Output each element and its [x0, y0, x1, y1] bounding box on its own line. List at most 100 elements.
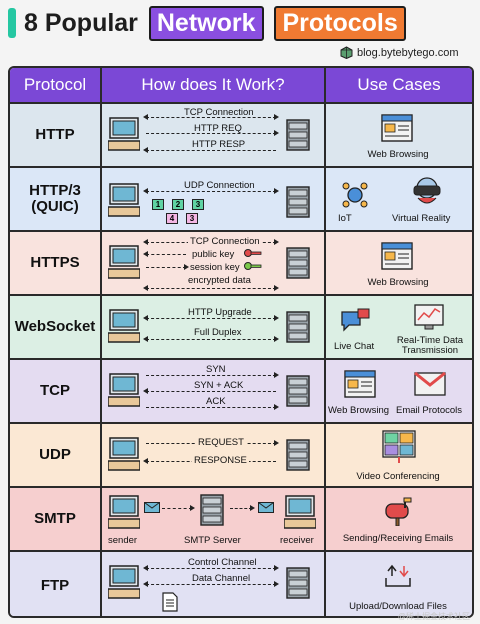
server-icon: [286, 119, 310, 151]
packet-3: 3: [192, 199, 204, 210]
label-udp-connection: UDP Connection: [184, 180, 255, 191]
use-cases: Live Chat Real-Time Data Transmission: [326, 296, 472, 358]
protocol-name: HTTPS: [10, 232, 102, 294]
title-prefix: 8 Popular: [24, 9, 138, 37]
label-tcp-connection: TCP Connection: [188, 236, 262, 247]
use-cases: Video Conferencing: [326, 424, 472, 486]
computer-icon: [108, 437, 140, 471]
label-encrypted-data: encrypted data: [188, 275, 251, 286]
label-control-channel: Control Channel: [188, 557, 257, 568]
arrow-right: [230, 505, 255, 511]
arrow-right: [162, 505, 195, 511]
row-ftp: FTP Control Channel Data Channel Upload/…: [10, 550, 472, 616]
protocol-name: UDP: [10, 424, 102, 486]
row-http: HTTP TCP Connection HTTP REQ HTTP RESP W…: [10, 102, 472, 166]
web-browsing-icon: [381, 114, 413, 142]
protocol-name: TCP: [10, 360, 102, 422]
computer-icon: [108, 309, 140, 343]
iot-icon: [342, 182, 368, 208]
arrow-both: [143, 315, 279, 321]
use-case-label: IoT: [338, 213, 352, 224]
label-smtp-server: SMTP Server: [184, 535, 241, 546]
use-case-label: Web Browsing: [367, 277, 429, 288]
arrow-both: [143, 188, 279, 194]
arrow-both: [143, 285, 279, 291]
arrow-left: [143, 251, 186, 257]
how-it-works: sender SMTP Server receiver: [102, 488, 326, 550]
upload-download-icon: [385, 564, 411, 587]
packet-1: 1: [152, 199, 164, 210]
use-cases: Web Browsing Email Protocols: [326, 360, 472, 422]
use-case-label: Web Browsing: [328, 405, 390, 416]
row-http3: HTTP/3 (QUIC) UDP Connection 1 2 3 4 3 I…: [10, 166, 472, 230]
computer-icon: [284, 495, 316, 529]
bytebytego-logo-icon: [340, 46, 353, 59]
use-case-label: Virtual Reality: [392, 213, 451, 224]
how-it-works: TCP Connection HTTP REQ HTTP RESP: [102, 104, 326, 166]
row-https: HTTPS TCP Connection public key session …: [10, 230, 472, 294]
key-green-icon: [244, 262, 262, 270]
label-response: RESPONSE: [192, 455, 249, 466]
arrow-right: [146, 264, 189, 270]
use-case-label: Sending/Receiving Emails: [342, 533, 454, 544]
use-cases: IoT Virtual Reality: [326, 168, 472, 230]
use-cases: Sending/Receiving Emails: [326, 488, 472, 550]
header-use: Use Cases: [357, 75, 441, 94]
label-receiver: receiver: [280, 535, 314, 546]
label-public-key: public key: [192, 249, 235, 260]
label-full-duplex: Full Duplex: [194, 327, 242, 338]
protocol-name: FTP: [10, 552, 102, 616]
realtime-data-icon: [414, 304, 444, 330]
table-header: Protocol How does It Work? Use Cases: [10, 68, 472, 102]
email-icon: [414, 372, 446, 396]
key-red-icon: [244, 249, 262, 257]
web-browsing-icon: [344, 370, 376, 398]
arrow-both: [143, 336, 279, 342]
arrow-both: [143, 565, 279, 571]
row-websocket: WebSocket HTTP Upgrade Full Duplex Live …: [10, 294, 472, 358]
video-conferencing-icon: [382, 430, 416, 463]
label-request: REQUEST: [196, 437, 246, 448]
arrow-both: [143, 581, 279, 587]
label-syn: SYN: [206, 364, 226, 375]
envelope-icon: [144, 502, 160, 513]
computer-icon: [108, 495, 140, 529]
label-http-resp: HTTP RESP: [192, 139, 246, 150]
label-ack: ACK: [206, 396, 226, 407]
row-udp: UDP REQUEST RESPONSE Video Conferencing: [10, 422, 472, 486]
server-icon: [286, 186, 310, 218]
title-bar: 8 Popular Network Protocols: [0, 0, 480, 44]
protocol-name: SMTP: [10, 488, 102, 550]
title-highlight-network: Network: [148, 6, 264, 41]
use-case-label: Email Protocols: [396, 405, 462, 416]
how-it-works: REQUEST RESPONSE: [102, 424, 326, 486]
arrow-right: [146, 404, 279, 410]
use-cases: Web Browsing: [326, 104, 472, 166]
header-protocol: Protocol: [10, 68, 102, 102]
how-it-works: TCP Connection public key session key en…: [102, 232, 326, 294]
arrow-right: [146, 372, 279, 378]
protocol-name: HTTP/3 (QUIC): [10, 168, 102, 230]
how-it-works: SYN SYN + ACK ACK: [102, 360, 326, 422]
how-it-works: Control Channel Data Channel: [102, 552, 326, 616]
mailbox-icon: [385, 497, 412, 526]
how-it-works: UDP Connection 1 2 3 4 3: [102, 168, 326, 230]
packet-4: 4: [166, 213, 178, 224]
server-icon: [286, 311, 310, 343]
protocol-table: Protocol How does It Work? Use Cases HTT…: [8, 66, 474, 618]
use-case-label: Video Conferencing: [356, 471, 440, 482]
server-icon: [286, 439, 310, 471]
computer-icon: [108, 117, 140, 151]
label-data-channel: Data Channel: [192, 573, 251, 584]
computer-icon: [108, 245, 140, 279]
computer-icon: [108, 183, 140, 217]
row-smtp: SMTP sender SMTP Server receiver Sending…: [10, 486, 472, 550]
use-case-label: Live Chat: [334, 341, 375, 352]
page-title: 8 Popular Network Protocols: [24, 6, 406, 41]
server-icon: [200, 494, 224, 526]
web-browsing-icon: [381, 242, 413, 270]
title-highlight-protocols: Protocols: [274, 6, 406, 41]
live-chat-icon: [341, 308, 370, 332]
row-tcp: TCP SYN SYN + ACK ACK Web Browsing Email…: [10, 358, 472, 422]
arrow-left: [143, 147, 276, 153]
